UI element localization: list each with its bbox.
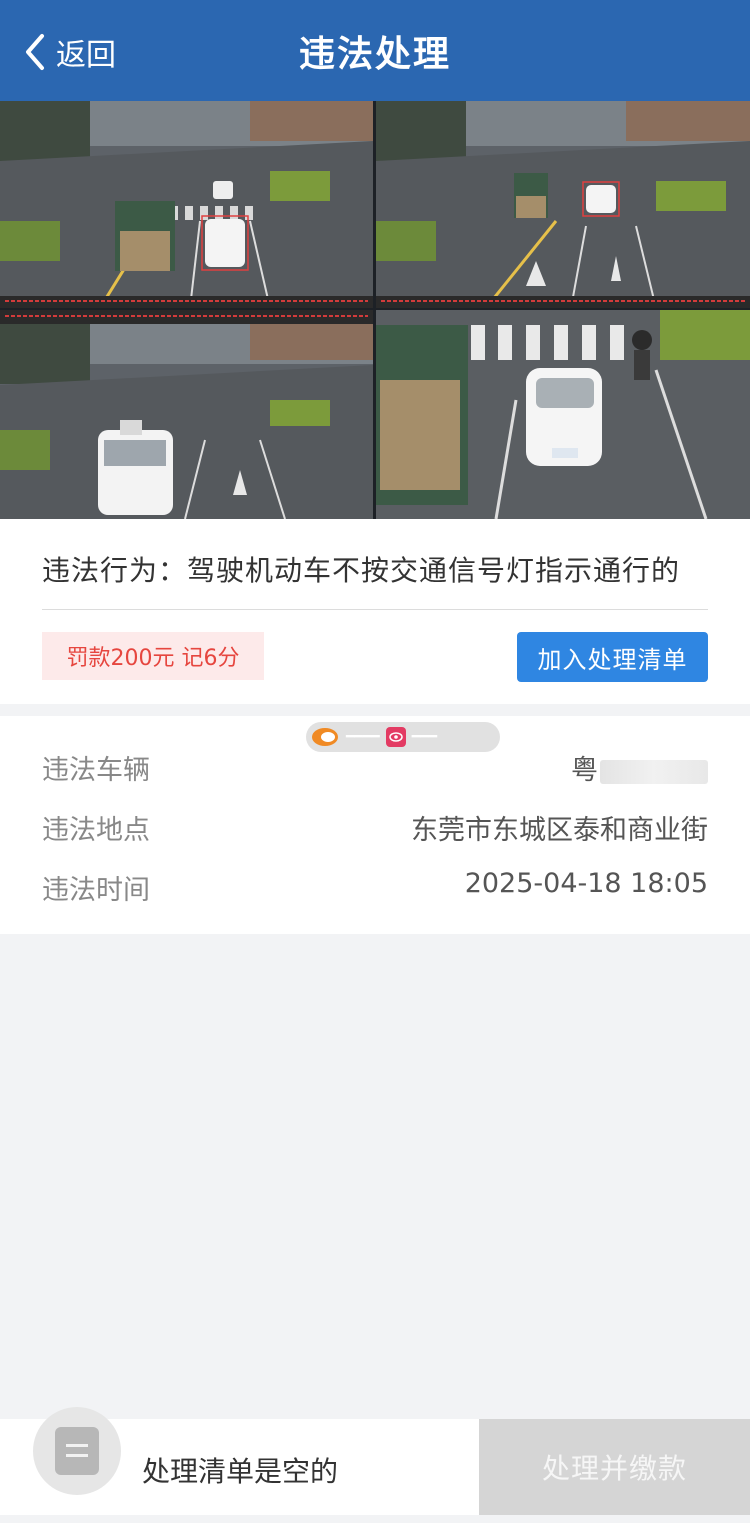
- location-row: 违法地点 东莞市东城区泰和商业街: [42, 808, 708, 848]
- watermark-logo-text: ━━━━: [346, 729, 380, 745]
- plate-redacted-block: [600, 759, 708, 784]
- list-icon: [55, 1427, 99, 1475]
- fine-points-badge: 罚款200元 记6分: [42, 632, 264, 680]
- top-navigation-bar: 返回 违法处理: [0, 0, 750, 101]
- divider: [42, 609, 708, 610]
- processing-list-button[interactable]: [33, 1407, 121, 1495]
- back-button[interactable]: 返回: [22, 30, 116, 74]
- violation-photo-4[interactable]: [376, 310, 750, 519]
- page: 返回 违法处理 违法行为：驾驶机动车不按交通信号灯指示通行的 罚款200元 记6…: [0, 0, 750, 1523]
- vehicle-label: 违法车辆: [42, 755, 150, 786]
- page-title: 违法处理: [298, 33, 451, 75]
- violation-photo-carousel[interactable]: [0, 101, 750, 519]
- vehicle-row: 违法车辆 粤: [42, 748, 708, 788]
- process-and-pay-button[interactable]: 处理并缴款: [479, 1419, 750, 1515]
- violation-photo-2[interactable]: [376, 101, 750, 308]
- time-label: 违法时间: [42, 875, 150, 906]
- violation-photo-3[interactable]: [0, 310, 373, 519]
- watermark-overlay: ━━━━ ━━━: [306, 722, 500, 752]
- violation-photo-1[interactable]: [0, 101, 373, 308]
- back-label: 返回: [56, 38, 116, 73]
- time-value: 2025-04-18 18:05: [464, 868, 708, 899]
- eye-logo-icon: [385, 727, 406, 747]
- bird-logo-icon: [312, 728, 338, 746]
- violation-behavior-text: 违法行为：驾驶机动车不按交通信号灯指示通行的: [42, 554, 681, 587]
- empty-list-text: 处理清单是空的: [142, 1455, 339, 1488]
- watermark-logo-text-2: ━━━: [411, 729, 438, 745]
- location-value: 东莞市东城区泰和商业街: [411, 815, 708, 846]
- violation-summary-card: 违法行为：驾驶机动车不按交通信号灯指示通行的 罚款200元 记6分 加入处理清单: [0, 519, 750, 704]
- add-to-list-button[interactable]: 加入处理清单: [517, 632, 708, 682]
- plate-prefix: 粤: [571, 755, 598, 786]
- location-label: 违法地点: [42, 815, 150, 846]
- time-row: 违法时间 2025-04-18 18:05: [42, 868, 708, 908]
- vehicle-plate-value: 粤: [571, 748, 708, 787]
- chevron-left-icon: [26, 34, 44, 70]
